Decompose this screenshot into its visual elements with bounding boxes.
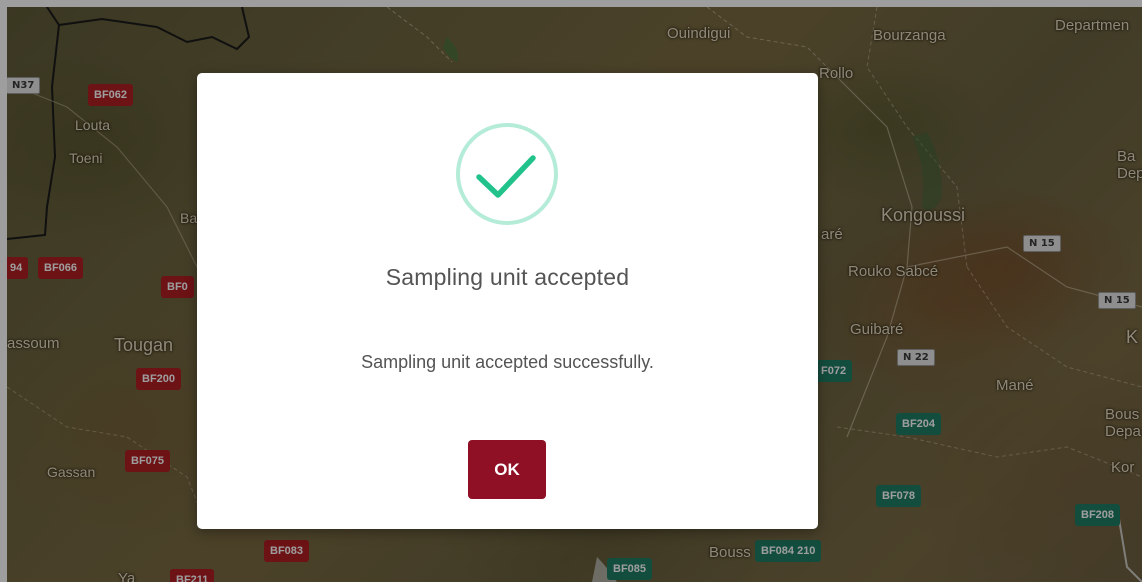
dialog-message: Sampling unit accepted successfully. [361, 352, 654, 372]
success-dialog: Sampling unit accepted Sampling unit acc… [197, 73, 818, 529]
screen: Ouindigui Bourzanga Departmen Rollo Lout… [0, 0, 1142, 582]
ok-button[interactable]: OK [468, 440, 546, 499]
check-circle-icon [456, 123, 558, 225]
dialog-title: Sampling unit accepted [385, 264, 630, 290]
